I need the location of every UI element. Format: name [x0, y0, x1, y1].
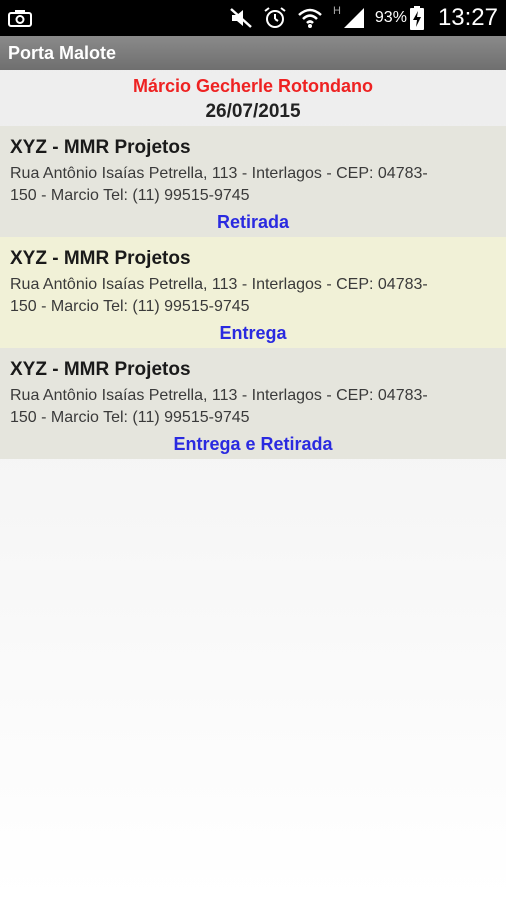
item-title: XYZ - MMR Projetos: [10, 137, 191, 158]
list-item[interactable]: XYZ - MMR Projetos Rua Antônio Isaías Pe…: [0, 348, 506, 459]
mute-icon: [229, 7, 253, 29]
item-title: XYZ - MMR Projetos: [10, 359, 191, 380]
list-item[interactable]: XYZ - MMR Projetos Rua Antônio Isaías Pe…: [0, 237, 506, 348]
header-block: Márcio Gecherle Rotondano 26/07/2015: [0, 70, 506, 126]
screenshot-icon: [8, 9, 32, 27]
item-address: Rua Antônio Isaías Petrella, 113 - Inter…: [10, 165, 428, 204]
item-address: Rua Antônio Isaías Petrella, 113 - Inter…: [10, 276, 428, 315]
status-time: 13:27: [437, 4, 498, 31]
app-title: Porta Malote: [8, 42, 117, 63]
item-title: XYZ - MMR Projetos: [10, 248, 191, 269]
item-address: Rua Antônio Isaías Petrella, 113 - Inter…: [10, 387, 428, 426]
list-item[interactable]: XYZ - MMR Projetos Rua Antônio Isaías Pe…: [0, 126, 506, 237]
item-action-label: Retirada: [216, 212, 290, 232]
battery-charging-icon: [409, 6, 424, 30]
battery-percent: 93%: [374, 9, 407, 26]
item-action-label: Entrega e Retirada: [173, 434, 333, 454]
alarm-icon: [263, 6, 287, 30]
status-bar: H 93% 13:27: [0, 0, 506, 36]
item-action-label: Entrega: [219, 323, 287, 343]
delivery-list: XYZ - MMR Projetos Rua Antônio Isaías Pe…: [0, 126, 506, 459]
wifi-icon: [297, 7, 323, 29]
signal-icon: [343, 7, 365, 29]
action-bar: Porta Malote: [0, 36, 506, 70]
person-name: Márcio Gecherle Rotondano: [132, 76, 374, 96]
date-label: 26/07/2015: [205, 101, 301, 122]
network-type-label: H: [332, 5, 341, 17]
